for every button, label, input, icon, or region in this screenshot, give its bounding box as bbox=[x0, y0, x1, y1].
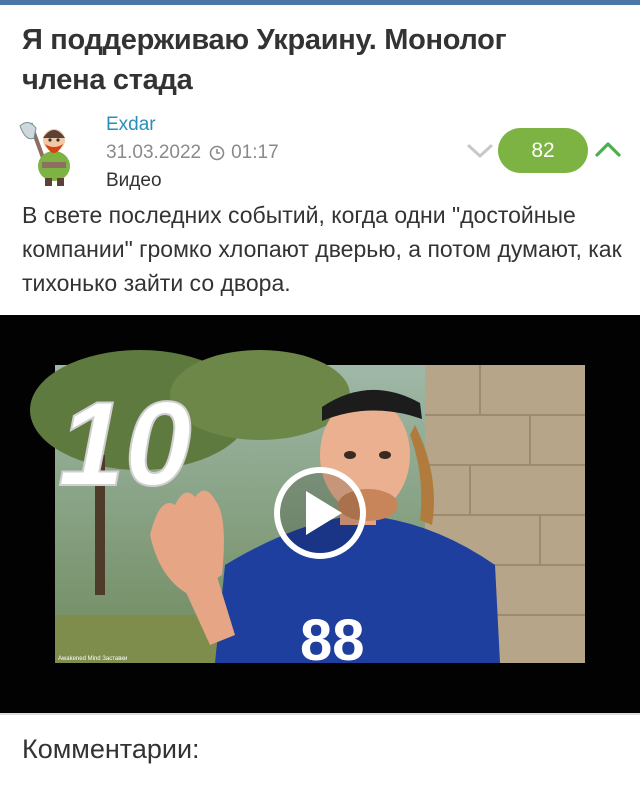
post-lead-text: В свете последних событий, когда одни "д… bbox=[22, 202, 622, 296]
comments-heading: Комментарии: bbox=[22, 734, 200, 764]
author-link[interactable]: Exdar bbox=[106, 114, 156, 136]
post-time: 01:17 bbox=[231, 142, 279, 163]
post-title: Я поддерживаю Украину. Монолог члена ста… bbox=[22, 24, 507, 96]
video-player[interactable]: 88 10 Awakened Mind Заставки bbox=[0, 315, 640, 713]
post-meta: 31.03.2022 01:17 bbox=[106, 142, 279, 164]
video-overlay-number: 10 bbox=[58, 377, 191, 511]
divider bbox=[0, 713, 640, 715]
video-caption: Awakened Mind Заставки bbox=[58, 656, 127, 662]
chevron-down-icon[interactable] bbox=[466, 140, 494, 162]
post-date: 31.03.2022 bbox=[106, 142, 202, 163]
chevron-up-icon[interactable] bbox=[593, 139, 623, 161]
top-bar bbox=[0, 0, 640, 5]
play-icon[interactable] bbox=[274, 467, 366, 559]
clock-icon bbox=[209, 145, 225, 161]
post-category[interactable]: Видео bbox=[106, 170, 162, 192]
svg-text:88: 88 bbox=[300, 608, 365, 673]
avatar[interactable] bbox=[14, 116, 86, 188]
rating-badge: 82 bbox=[498, 128, 588, 173]
